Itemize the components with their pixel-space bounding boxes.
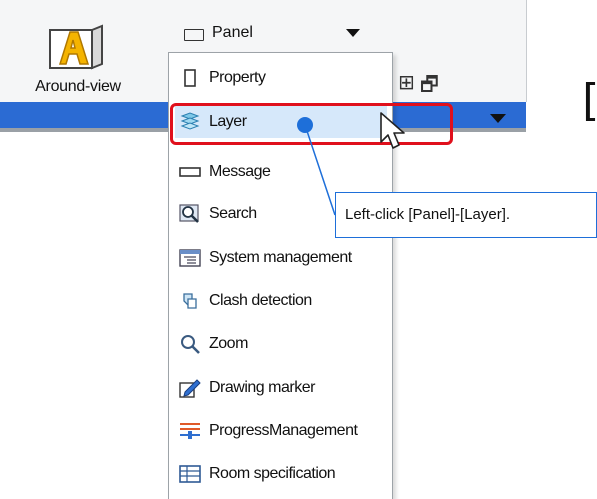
callout-leader-line (304, 124, 336, 216)
mouse-cursor-icon (380, 112, 405, 149)
pointer-dot (297, 117, 313, 133)
instruction-callout: Left-click [Panel]-[Layer]. (335, 192, 597, 238)
callout-text: Left-click [Panel]-[Layer]. (345, 206, 511, 223)
